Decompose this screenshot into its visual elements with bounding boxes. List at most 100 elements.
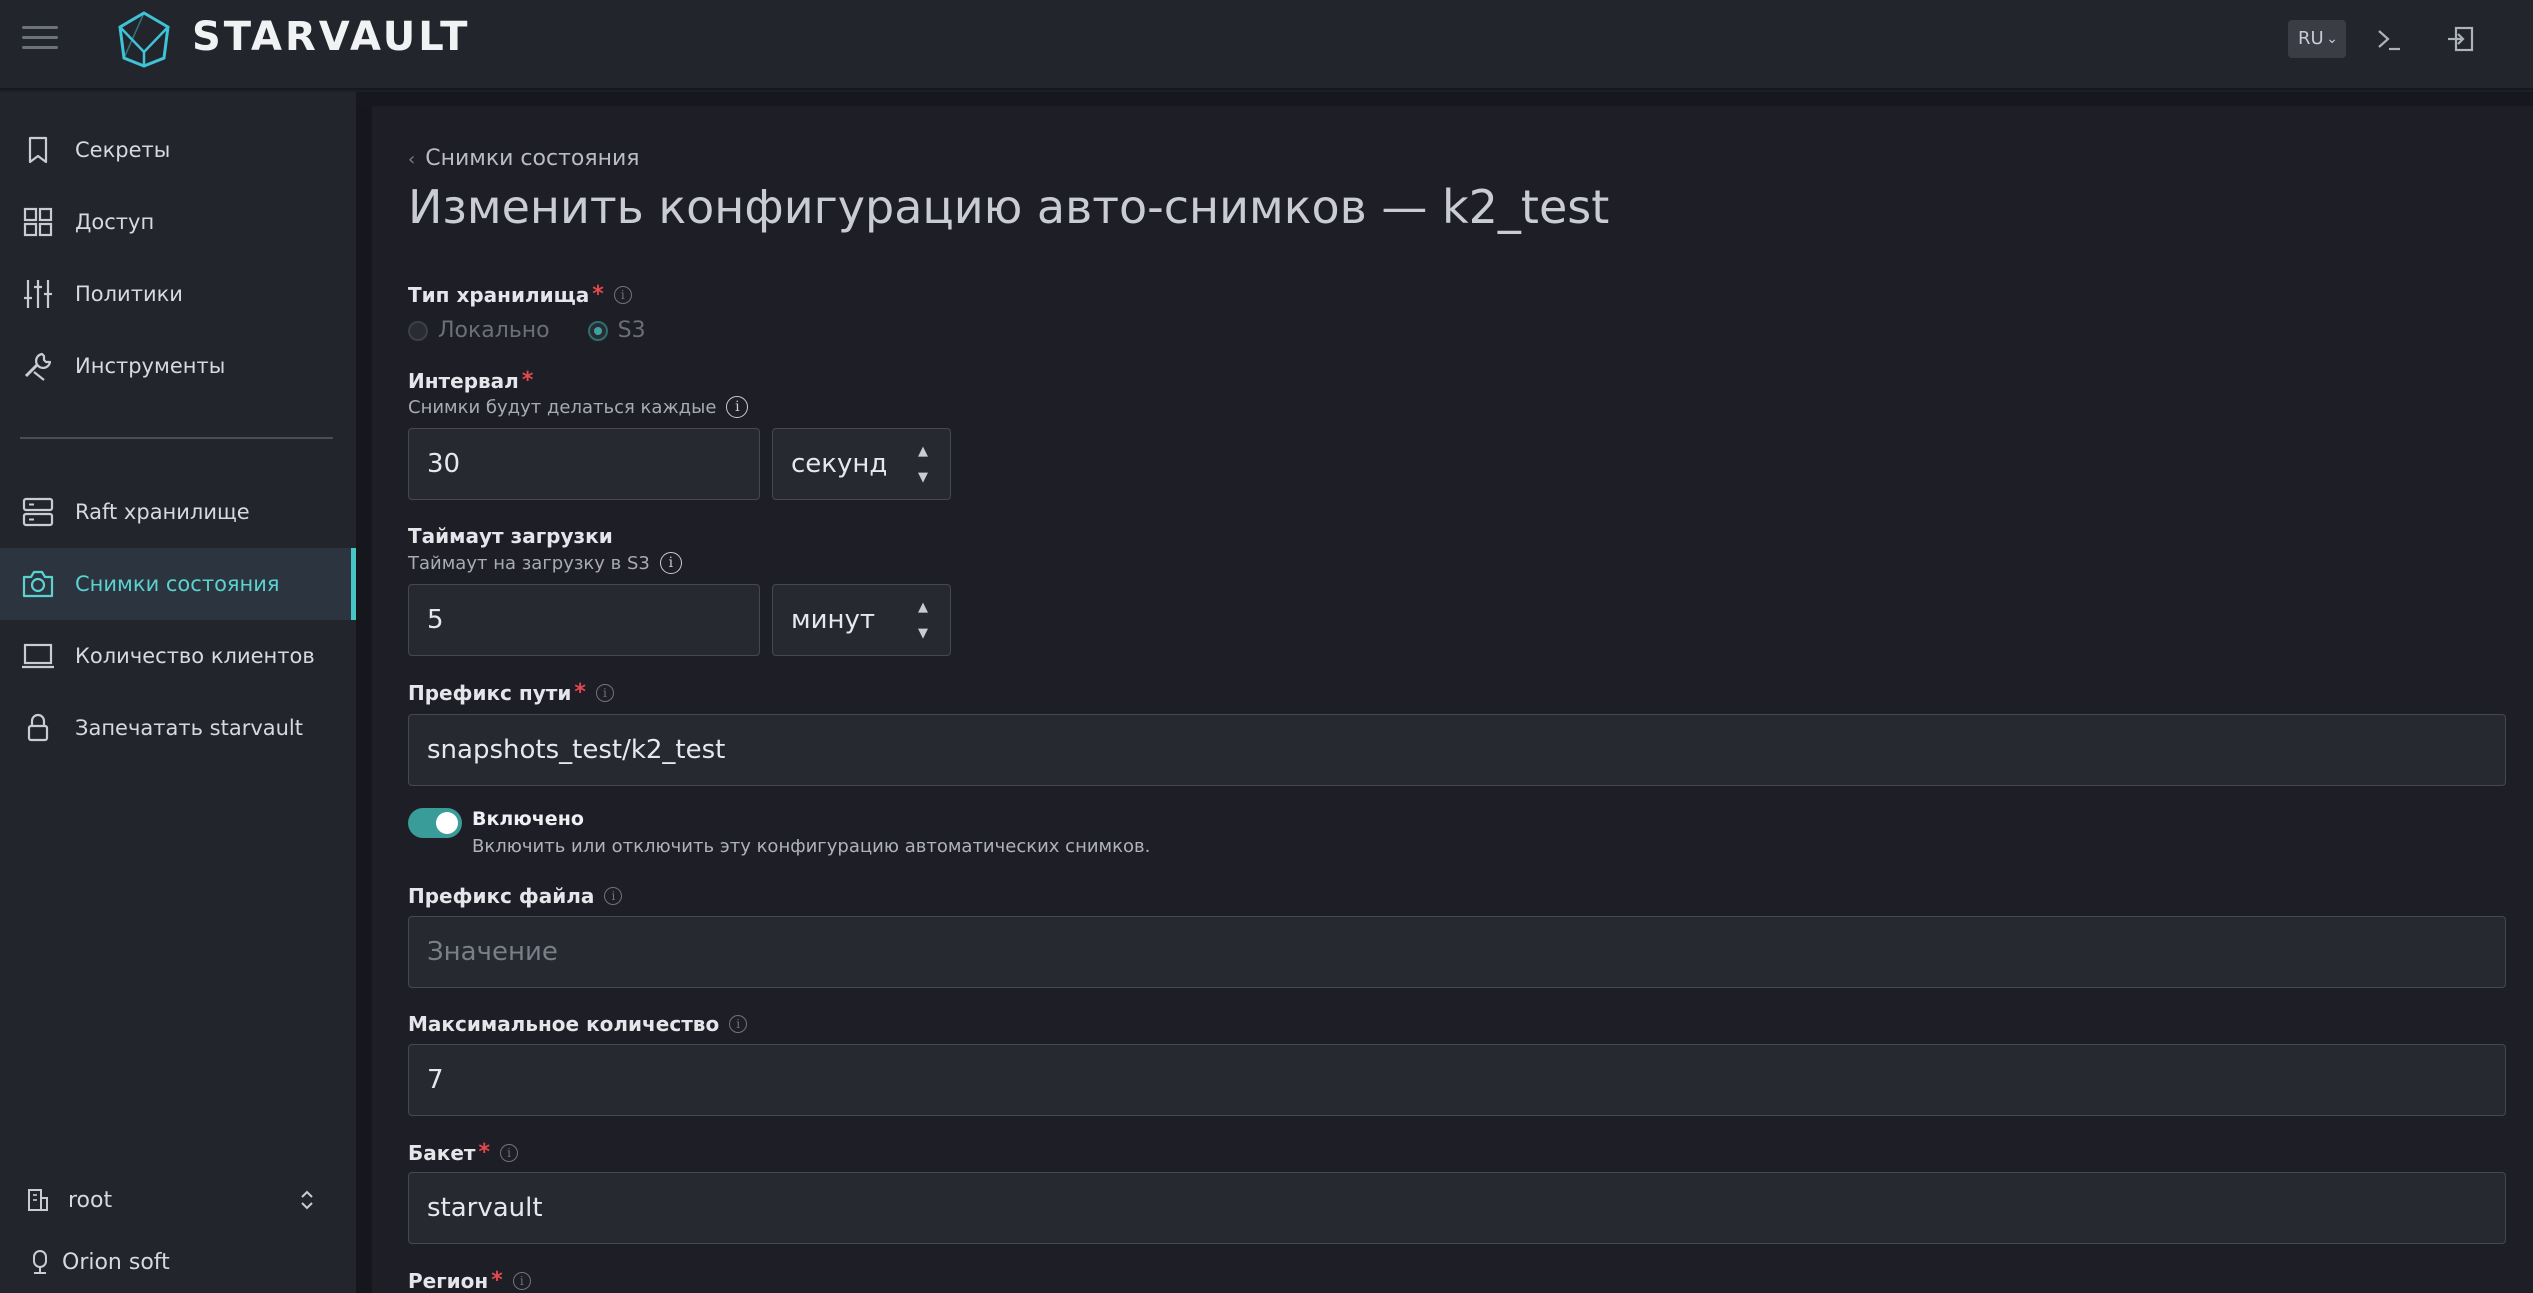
wrench-icon xyxy=(24,352,52,381)
chevron-down-icon: ⌄ xyxy=(2326,31,2338,47)
lock-icon xyxy=(27,713,49,742)
max-count-input[interactable]: 7 xyxy=(408,1044,2506,1116)
file-prefix-input[interactable]: Значение xyxy=(408,916,2506,988)
info-icon[interactable]: i xyxy=(512,1271,531,1290)
required-marker: * xyxy=(491,1268,503,1293)
interval-input[interactable]: 30 xyxy=(408,428,760,500)
sidebar-item-seal[interactable]: Запечатать starvault xyxy=(0,692,356,764)
chevron-left-icon: ‹ xyxy=(408,149,416,170)
page-title: Изменить конфигурацию авто-снимков — k2_… xyxy=(408,180,1610,234)
sidebar-item-access[interactable]: Доступ xyxy=(0,186,356,258)
building-icon xyxy=(28,1189,48,1211)
content-top-edge xyxy=(356,92,2533,106)
organization-label: Orion soft xyxy=(62,1249,170,1275)
sidebar-item-label: Raft хранилище xyxy=(75,500,250,524)
info-icon[interactable]: i xyxy=(729,1015,748,1033)
upload-timeout-help: Таймаут на загрузку в S3 i xyxy=(408,552,682,574)
upload-timeout-input[interactable]: 5 xyxy=(408,584,760,656)
file-prefix-label-text: Префикс файла xyxy=(408,884,595,908)
max-count-label: Максимальное количество i xyxy=(408,1012,748,1036)
microphone-icon xyxy=(33,1250,47,1274)
chevron-updown-icon xyxy=(301,1190,313,1210)
sidebar-item-client-count[interactable]: Количество клиентов xyxy=(0,620,356,692)
updown-arrows-icon: ▲ ▼ xyxy=(918,600,928,641)
sidebar-divider xyxy=(20,437,333,439)
content-edge xyxy=(356,92,372,1293)
upload-timeout-unit-value: минут xyxy=(791,605,876,635)
bucket-input[interactable]: starvault xyxy=(408,1172,2506,1244)
info-icon[interactable]: i xyxy=(595,683,614,702)
breadcrumb-link[interactable]: Снимки состояния xyxy=(425,146,639,171)
info-icon[interactable]: i xyxy=(500,1143,518,1162)
sidebar-item-policies[interactable]: Политики xyxy=(0,258,356,330)
bucket-label-text: Бакет xyxy=(408,1140,476,1165)
info-icon[interactable]: i xyxy=(604,887,623,905)
path-prefix-input[interactable]: snapshots_test/k2_test xyxy=(408,714,2506,786)
upload-timeout-label-text: Таймаут загрузки xyxy=(408,524,613,548)
info-icon[interactable]: i xyxy=(659,552,682,574)
namespace-label: root xyxy=(68,1187,113,1213)
logo-icon xyxy=(118,11,170,68)
sidebar-item-label: Секреты xyxy=(75,138,171,162)
sidebar-item-tools[interactable]: Инструменты xyxy=(0,330,356,402)
upload-timeout-unit-select[interactable]: минут ▲ ▼ xyxy=(772,584,951,656)
info-icon[interactable]: i xyxy=(613,285,632,304)
interval-label: Интервал * xyxy=(408,368,533,393)
grid-icon xyxy=(23,207,53,237)
region-label-text: Регион xyxy=(408,1268,489,1293)
enabled-label: Включено xyxy=(472,808,584,830)
required-marker: * xyxy=(478,1140,490,1165)
interval-unit-value: секунд xyxy=(791,449,888,479)
upload-timeout-label: Таймаут загрузки xyxy=(408,524,613,548)
radio-local-label: Локально xyxy=(438,318,550,343)
sidebar-item-raft-storage[interactable]: Raft хранилище xyxy=(0,476,356,548)
sidebar-item-label: Инструменты xyxy=(75,354,226,378)
bucket-label: Бакет * i xyxy=(408,1140,518,1165)
menu-icon[interactable] xyxy=(22,26,58,52)
storage-type-label: Тип хранилища * i xyxy=(408,282,632,307)
radio-s3[interactable] xyxy=(587,320,608,341)
max-count-label-text: Максимальное количество xyxy=(408,1012,720,1036)
sidebar-item-label: Запечатать starvault xyxy=(75,716,303,740)
updown-arrows-icon: ▲ ▼ xyxy=(918,444,928,485)
camera-icon xyxy=(22,570,54,598)
storage-type-label-text: Тип хранилища xyxy=(408,282,590,307)
top-bar: STARVAULT RU ⌄ xyxy=(0,0,2533,90)
organization: Orion soft xyxy=(0,1237,356,1287)
sidebar-item-label: Доступ xyxy=(75,210,155,234)
monitor-icon xyxy=(22,643,54,669)
info-icon[interactable]: i xyxy=(726,396,749,418)
required-marker: * xyxy=(592,282,604,307)
sidebar-item-label: Снимки состояния xyxy=(75,572,280,596)
interval-help-text: Снимки будут делаться каждые xyxy=(408,396,717,418)
language-label: RU xyxy=(2298,28,2324,49)
path-prefix-label-text: Префикс пути xyxy=(408,680,572,705)
namespace-picker[interactable]: root xyxy=(0,1175,356,1225)
sidebar-item-secrets[interactable]: Секреты xyxy=(0,114,356,186)
file-prefix-label: Префикс файла i xyxy=(408,884,623,908)
path-prefix-label: Префикс пути * i xyxy=(408,680,614,705)
enabled-description: Включить или отключить эту конфигурацию … xyxy=(472,836,1151,857)
sidebar-item-snapshots[interactable]: Снимки состояния xyxy=(0,548,356,620)
radio-local[interactable] xyxy=(408,320,428,341)
bookmark-icon xyxy=(28,136,48,164)
logout-icon[interactable] xyxy=(2442,20,2480,58)
main-content: ‹ Снимки состояния Изменить конфигурацию … xyxy=(372,106,2533,1293)
interval-label-text: Интервал xyxy=(408,368,519,393)
required-marker: * xyxy=(574,680,586,705)
required-marker: * xyxy=(521,368,534,393)
region-label: Регион * i xyxy=(408,1268,531,1293)
sidebar: Секреты Доступ Политики Инструменты Raft… xyxy=(0,92,356,1293)
sidebar-item-label: Политики xyxy=(75,282,183,306)
enabled-toggle[interactable] xyxy=(408,808,462,838)
brand-name: STARVAULT xyxy=(192,14,471,60)
terminal-icon[interactable] xyxy=(2370,20,2408,58)
language-select[interactable]: RU ⌄ xyxy=(2288,20,2346,58)
storage-type-radio-group: Локально S3 xyxy=(408,318,684,343)
interval-unit-select[interactable]: секунд ▲ ▼ xyxy=(772,428,951,500)
sliders-icon xyxy=(24,280,52,308)
radio-s3-label: S3 xyxy=(617,318,646,343)
breadcrumb[interactable]: ‹ Снимки состояния xyxy=(408,146,640,171)
interval-help: Снимки будут делаться каждые i xyxy=(408,396,749,418)
upload-timeout-help-text: Таймаут на загрузку в S3 xyxy=(408,552,650,574)
